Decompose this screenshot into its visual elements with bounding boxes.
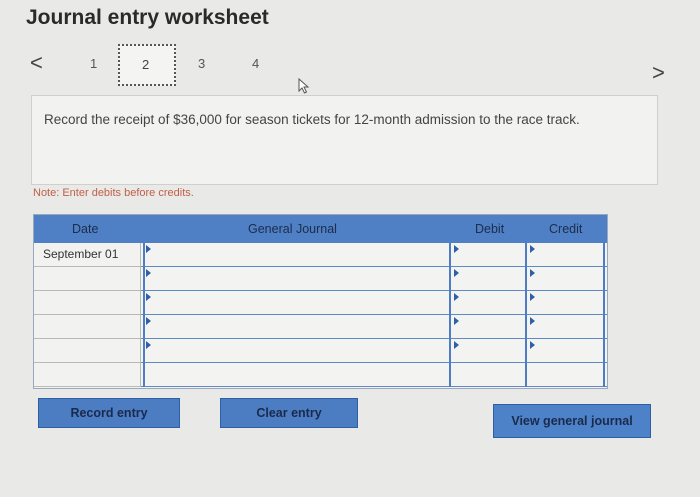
dropdown-marker-icon	[530, 317, 535, 325]
dropdown-marker-icon	[454, 293, 459, 301]
credit-field[interactable]	[529, 291, 605, 315]
step-2-label: 2	[142, 57, 150, 72]
credit-field[interactable]	[529, 243, 605, 267]
step-4-tab[interactable]: 4	[252, 56, 259, 71]
dropdown-marker-icon	[146, 317, 151, 325]
credit-field[interactable]	[529, 363, 605, 387]
date-cell[interactable]	[34, 291, 141, 315]
page-title: Journal entry worksheet	[26, 6, 269, 29]
dropdown-marker-icon	[530, 341, 535, 349]
account-field[interactable]	[143, 243, 451, 267]
debit-field[interactable]	[453, 267, 527, 291]
dropdown-marker-icon	[454, 269, 459, 277]
table-row	[34, 339, 607, 363]
dropdown-marker-icon	[530, 269, 535, 277]
date-cell[interactable]: September 01	[34, 243, 141, 267]
account-field[interactable]	[143, 339, 451, 363]
account-field[interactable]	[143, 267, 451, 291]
date-cell[interactable]	[34, 267, 141, 291]
debit-field[interactable]	[453, 363, 527, 387]
credit-field[interactable]	[529, 339, 605, 363]
credit-column-header: Credit	[549, 222, 583, 236]
debit-column-header: Debit	[475, 222, 505, 236]
dropdown-marker-icon	[530, 293, 535, 301]
credit-field[interactable]	[529, 267, 605, 291]
table-row	[34, 315, 607, 339]
journal-table: Date General Journal Debit Credit Septem…	[33, 214, 608, 389]
step-1-tab[interactable]: 1	[90, 56, 97, 71]
next-step-button[interactable]: >	[652, 60, 665, 86]
dropdown-marker-icon	[454, 245, 459, 253]
journal-table-header: Date General Journal Debit Credit	[34, 215, 607, 243]
account-field[interactable]	[143, 291, 451, 315]
date-column-header: Date	[72, 222, 99, 236]
dropdown-marker-icon	[454, 341, 459, 349]
note-text: Note: Enter debits before credits.	[33, 187, 194, 199]
debit-field[interactable]	[453, 291, 527, 315]
table-row: September 01	[34, 243, 607, 267]
previous-step-button[interactable]: <	[30, 50, 43, 76]
dropdown-marker-icon	[146, 293, 151, 301]
date-cell[interactable]	[34, 363, 141, 387]
dropdown-marker-icon	[530, 245, 535, 253]
debit-field[interactable]	[453, 339, 527, 363]
debit-field[interactable]	[453, 315, 527, 339]
table-row	[34, 267, 607, 291]
dropdown-marker-icon	[454, 317, 459, 325]
question-text: Record the receipt of $36,000 for season…	[44, 112, 580, 127]
dropdown-marker-icon	[146, 245, 151, 253]
dropdown-marker-icon	[146, 269, 151, 277]
credit-field[interactable]	[529, 315, 605, 339]
general-journal-column-header: General Journal	[248, 222, 337, 236]
mouse-pointer-icon	[298, 78, 310, 94]
record-entry-button[interactable]: Record entry	[38, 398, 180, 428]
dropdown-marker-icon	[146, 341, 151, 349]
account-field[interactable]	[143, 315, 451, 339]
account-field[interactable]	[143, 363, 451, 387]
date-cell[interactable]	[34, 339, 141, 363]
clear-entry-button[interactable]: Clear entry	[220, 398, 358, 428]
step-2-tab[interactable]: 2	[118, 44, 176, 86]
date-cell[interactable]	[34, 315, 141, 339]
step-3-tab[interactable]: 3	[198, 56, 205, 71]
table-row	[34, 363, 607, 387]
question-panel: Record the receipt of $36,000 for season…	[31, 95, 658, 185]
view-general-journal-button[interactable]: View general journal	[493, 404, 651, 438]
debit-field[interactable]	[453, 243, 527, 267]
table-row	[34, 291, 607, 315]
